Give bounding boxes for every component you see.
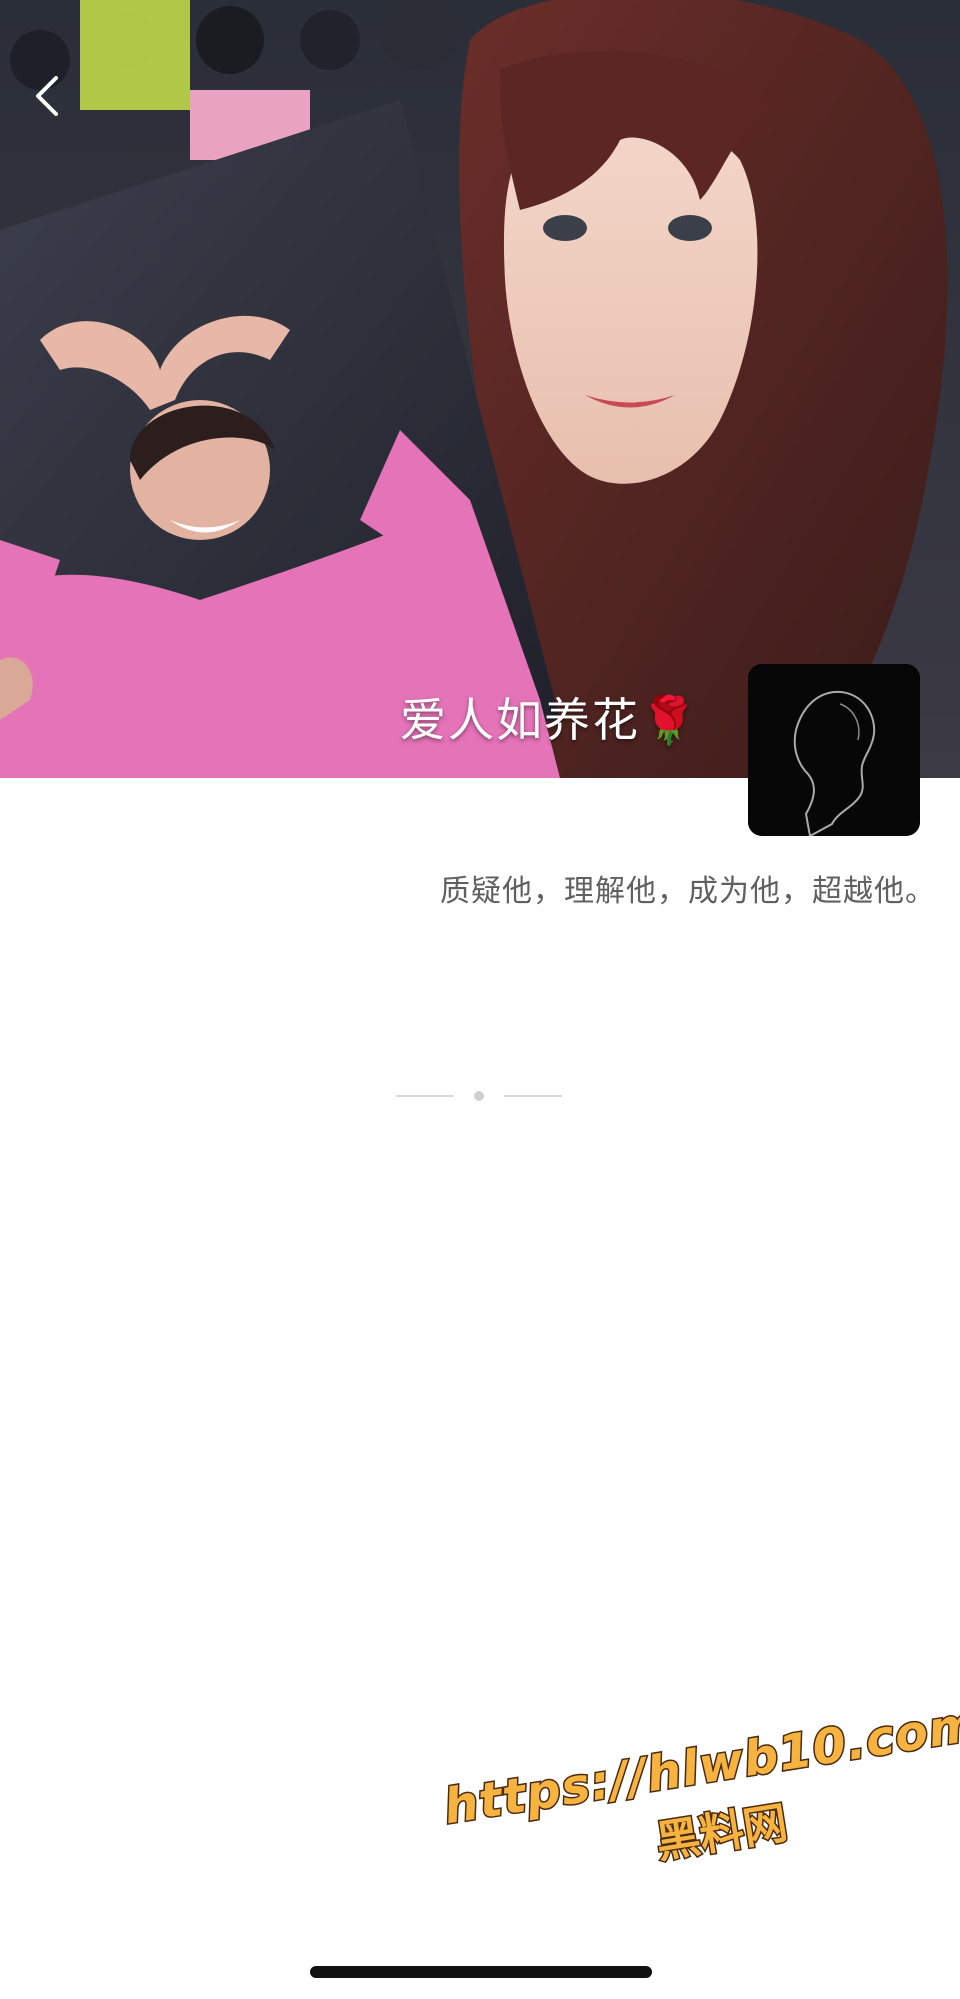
divider-dot [474, 1091, 484, 1101]
back-button[interactable] [32, 74, 76, 130]
profile-signature: 质疑他，理解他，成为他，超越他。 [440, 874, 936, 909]
cover-photo-image [0, 0, 960, 778]
silhouette-portrait-icon [748, 664, 920, 836]
rose-emoji: 🌹 [640, 693, 700, 747]
chevron-left-icon [36, 76, 58, 116]
cover-caption: 爱人如养花🌹 [400, 684, 699, 750]
end-of-feed-divider-icon [396, 1090, 564, 1102]
cover-caption-text: 爱人如养花 [400, 693, 640, 747]
watermark: https://hlwb10.com 黑料网 [439, 1694, 960, 1903]
avatar[interactable] [748, 664, 920, 836]
home-indicator-bar-icon[interactable] [310, 1966, 652, 1978]
cover-photo[interactable]: 爱人如养花🌹 [0, 0, 960, 778]
divider-line-right [504, 1095, 562, 1097]
divider-line-left [396, 1095, 454, 1097]
